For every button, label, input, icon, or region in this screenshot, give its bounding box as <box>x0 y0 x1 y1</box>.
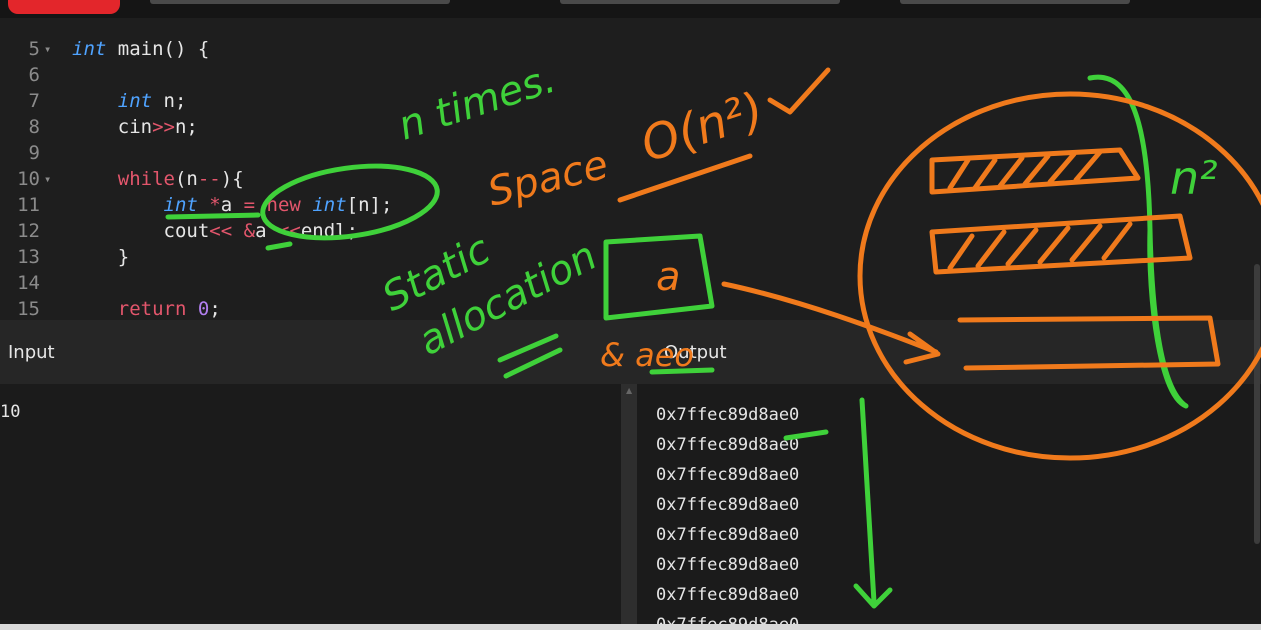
toolbar-strip <box>900 0 1130 4</box>
bottom-bar <box>0 624 1261 630</box>
code-line[interactable]: 10 ▾ while(n--){ <box>0 166 1261 192</box>
code-text: return 0; <box>72 296 221 320</box>
code-line[interactable]: 12 cout<< &a <<endl; <box>0 218 1261 244</box>
code-token: while <box>117 168 175 190</box>
scroll-up-icon[interactable]: ▲ <box>626 386 632 395</box>
code-token: ; <box>209 298 221 320</box>
code-line[interactable]: 6 <box>0 62 1261 88</box>
code-line[interactable]: 8 cin>>n; <box>0 114 1261 140</box>
fold-toggle-icon[interactable]: ▾ <box>44 166 51 192</box>
code-token: } <box>72 246 130 268</box>
pane-resizer[interactable] <box>621 384 637 630</box>
line-number: 6 <box>28 64 40 86</box>
code-text: cin>>n; <box>72 114 198 140</box>
code-token: >> <box>152 116 175 138</box>
code-line[interactable]: 7 int n; <box>0 88 1261 114</box>
code-token: ){ <box>220 168 244 190</box>
code-token: int <box>163 194 198 216</box>
line-number: 13 <box>17 246 40 268</box>
code-text: cout<< &a <<endl; <box>72 218 359 244</box>
io-header <box>0 320 1261 384</box>
input-label: Input <box>8 342 55 363</box>
code-token: cin <box>72 116 153 138</box>
line-number: 5 <box>28 38 40 60</box>
fold-toggle-icon[interactable]: ▾ <box>44 36 51 62</box>
code-token: int <box>117 90 153 112</box>
line-number: 10 <box>17 168 40 190</box>
code-line[interactable]: 11 int *a = new int[n]; <box>0 192 1261 218</box>
input-pane[interactable] <box>0 384 621 630</box>
code-text: int main() { <box>72 36 209 62</box>
code-line[interactable]: 5 ▾ int main() { <box>0 36 1261 62</box>
code-token: -- <box>197 168 221 190</box>
output-line: 0x7ffec89d8ae0 <box>656 405 800 425</box>
code-token: n; <box>174 116 198 138</box>
code-line[interactable]: 9 <box>0 140 1261 166</box>
code-token: << <box>277 220 301 242</box>
toolbar-strip <box>560 0 840 4</box>
code-token: int <box>312 194 347 216</box>
code-line[interactable]: 14 <box>0 270 1261 296</box>
code-token: [n]; <box>346 194 393 216</box>
line-number: 14 <box>17 272 40 294</box>
output-line: 0x7ffec89d8ae0 <box>656 465 800 485</box>
top-toolbar <box>0 0 1261 18</box>
output-line: 0x7ffec89d8ae0 <box>656 610 799 624</box>
output-line: 0x7ffec89d8ae0 <box>656 525 800 545</box>
code-text: while(n--){ <box>72 166 244 192</box>
line-number: 9 <box>28 142 40 164</box>
scrollbar[interactable] <box>1254 264 1260 544</box>
code-token: int <box>72 38 107 60</box>
code-text: int n; <box>72 88 187 114</box>
code-token: a <box>255 220 278 242</box>
toolbar-strip <box>150 0 450 4</box>
line-number: 7 <box>28 90 40 112</box>
code-token: & <box>243 220 256 242</box>
code-editor[interactable]: 5 ▾ int main() {6 7 int n; 8 cin>>n; 9 10 ▾ whi… <box>0 18 1261 320</box>
code-line[interactable]: 15 return 0; <box>0 296 1261 320</box>
code-token: new <box>266 194 301 216</box>
output-line: 0x7ffec89d8ae0 <box>656 435 800 455</box>
code-token: 0 <box>197 298 210 320</box>
output-line: 0x7ffec89d8ae0 <box>656 495 800 515</box>
code-token: n; <box>152 90 187 112</box>
line-number: 15 <box>17 298 40 320</box>
line-number: 12 <box>17 220 40 242</box>
code-token: << <box>209 220 233 242</box>
output-line: 0x7ffec89d8ae0 <box>656 585 800 605</box>
code-text: int *a = new int[n]; <box>72 192 393 218</box>
input-value[interactable]: 10 <box>0 402 20 422</box>
code-token: main() { <box>106 38 210 60</box>
code-token: a <box>220 194 244 216</box>
line-number: 11 <box>17 194 40 216</box>
code-token: endl; <box>300 220 359 242</box>
output-label: Output <box>664 342 727 363</box>
code-token: = <box>243 194 256 216</box>
output-line: 0x7ffec89d8ae0 <box>656 555 800 575</box>
code-token: return <box>117 298 187 320</box>
run-button[interactable] <box>8 0 120 14</box>
code-line[interactable]: 13 } <box>0 244 1261 270</box>
code-text: } <box>72 244 129 270</box>
code-token: cout <box>72 220 210 242</box>
line-number: 8 <box>28 116 40 138</box>
code-token: (n <box>174 168 198 190</box>
code-token: * <box>209 194 221 216</box>
